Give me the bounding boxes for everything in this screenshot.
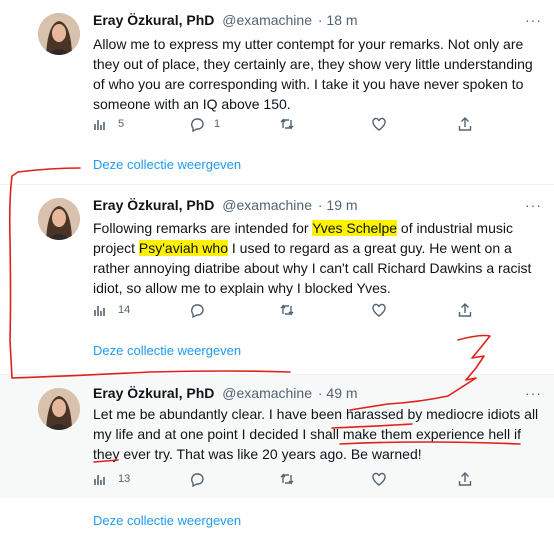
reply-icon [191,473,204,487]
like-icon [372,117,386,131]
more-icon[interactable]: ··· [525,12,542,28]
tweet-text: Let me be abundantly clear. I have been … [93,404,545,464]
like-icon [372,303,386,317]
like-button[interactable] [371,116,387,132]
views-icon [94,306,105,316]
reply-button[interactable] [189,302,205,318]
views-button[interactable]: 14 [93,302,130,318]
view-collection-link[interactable]: Deze collectie weergeven [93,513,241,528]
avatar[interactable] [38,13,80,55]
view-collection-link[interactable]: Deze collectie weergeven [93,343,241,358]
tweet-time[interactable]: · 19 m [318,197,358,213]
share-icon [458,117,472,131]
tweet-actions: 5 1 [93,116,513,136]
author-name[interactable]: Eray Özkural, PhD [93,12,214,28]
tweet-text: Following remarks are intended for Yves … [93,218,545,298]
retweet-button[interactable] [279,302,295,318]
highlighted-project: Psy'aviah who [138,240,228,256]
views-count: 13 [118,473,131,485]
tweet-1[interactable]: Eray Özkural, PhD @examachine · 18 m ···… [0,0,554,146]
author-handle[interactable]: @examachine [222,12,312,28]
tweet-actions: 13 [93,471,513,491]
tweet-text-part: Allow me to express my utter contempt fo… [93,36,533,112]
more-icon[interactable]: ··· [525,385,542,401]
tweet-text-part: Let me be abundantly clear. I have been … [93,406,539,462]
tweet-text-part: Following remarks are intended for [93,220,313,236]
more-icon[interactable]: ··· [525,197,542,213]
share-button[interactable] [457,116,473,132]
view-collection-link[interactable]: Deze collectie weergeven [93,157,241,172]
tweet-2[interactable]: Eray Özkural, PhD @examachine · 19 m ···… [0,185,554,325]
retweet-button[interactable] [279,116,295,132]
tweet-3[interactable]: Eray Özkural, PhD @examachine · 49 m ···… [0,375,554,498]
highlighted-mention: Yves Schelpe [312,220,398,236]
author-handle[interactable]: @examachine [222,385,312,401]
views-count: 5 [118,118,125,130]
author-name[interactable]: Eray Özkural, PhD [93,197,214,213]
reply-icon [191,304,204,318]
reply-button[interactable] [189,471,205,487]
tweet-time[interactable]: · 18 m [318,12,358,28]
tweet-header: Eray Özkural, PhD @examachine · 19 m [93,197,358,213]
retweet-icon [280,118,294,130]
share-icon [458,472,472,486]
views-count: 14 [118,304,131,316]
avatar[interactable] [38,388,80,430]
retweet-icon [280,473,294,485]
like-icon [372,472,386,486]
tweet-time[interactable]: · 49 m [318,385,358,401]
share-icon [458,303,472,317]
retweet-icon [280,304,294,316]
author-handle[interactable]: @examachine [222,197,312,213]
tweet-header: Eray Özkural, PhD @examachine · 18 m [93,12,358,28]
share-button[interactable] [457,471,473,487]
share-button[interactable] [457,302,473,318]
tweet-text: Allow me to express my utter contempt fo… [93,34,545,114]
avatar[interactable] [38,198,80,240]
reply-button[interactable]: 1 [189,116,220,132]
like-button[interactable] [371,302,387,318]
views-icon [94,475,105,485]
author-name[interactable]: Eray Özkural, PhD [93,385,214,401]
tweet-actions: 14 [93,302,513,322]
reply-icon [191,118,204,132]
like-button[interactable] [371,471,387,487]
views-icon [94,120,105,130]
reply-count: 1 [214,118,221,130]
views-button[interactable]: 13 [93,471,130,487]
retweet-button[interactable] [279,471,295,487]
views-button[interactable]: 5 [93,116,124,132]
tweet-header: Eray Özkural, PhD @examachine · 49 m [93,385,358,401]
